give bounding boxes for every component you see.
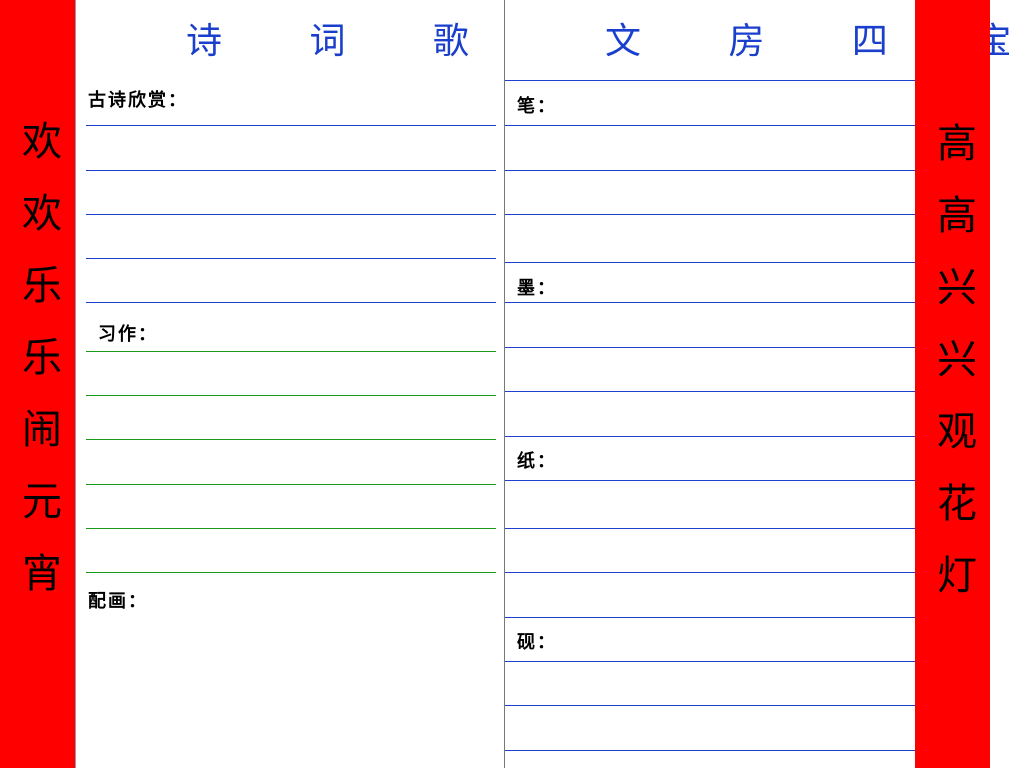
writing-line	[505, 572, 916, 573]
writing-line	[505, 262, 916, 263]
writing-line	[86, 302, 496, 303]
practice-line	[86, 528, 496, 529]
writing-line	[505, 617, 916, 618]
illustration-label: 配画：	[88, 591, 148, 612]
writing-line	[505, 302, 916, 303]
paper-label: 纸：	[517, 451, 557, 472]
writing-line	[86, 214, 496, 215]
appreciation-label: 古诗欣赏：	[88, 90, 188, 111]
writing-line	[505, 125, 916, 126]
poetry-panel: 诗 词 歌 赋 古诗欣赏： 习作： 配画：	[75, 0, 592, 768]
writing-line	[86, 125, 496, 126]
writing-line	[505, 436, 916, 437]
practice-label: 习作：	[98, 324, 158, 345]
writing-line	[86, 170, 496, 171]
practice-line	[86, 351, 496, 352]
left-red-banner: 欢欢乐乐闹元宵	[0, 0, 75, 768]
writing-line	[505, 661, 916, 662]
ink-label: 墨：	[517, 278, 557, 299]
practice-line	[86, 572, 496, 573]
inkstone-label: 砚：	[517, 632, 557, 653]
practice-line	[86, 484, 496, 485]
writing-line	[505, 750, 916, 751]
writing-line	[505, 347, 916, 348]
writing-line	[505, 80, 916, 81]
practice-line	[86, 395, 496, 396]
brush-label: 笔：	[517, 96, 557, 117]
right-banner-text: 高高兴兴观花灯	[930, 122, 976, 626]
writing-line	[505, 480, 916, 481]
left-banner-text: 欢欢乐乐闹元宵	[15, 120, 61, 624]
stationery-panel: 文 房 四 宝 笔： 墨： 纸： 砚：	[504, 0, 1011, 768]
writing-line	[505, 391, 916, 392]
writing-line	[505, 214, 916, 215]
writing-line	[505, 528, 916, 529]
writing-line	[86, 258, 496, 259]
right-red-banner: 高高兴兴观花灯	[915, 0, 990, 768]
practice-line	[86, 439, 496, 440]
writing-line	[505, 705, 916, 706]
writing-line	[505, 170, 916, 171]
